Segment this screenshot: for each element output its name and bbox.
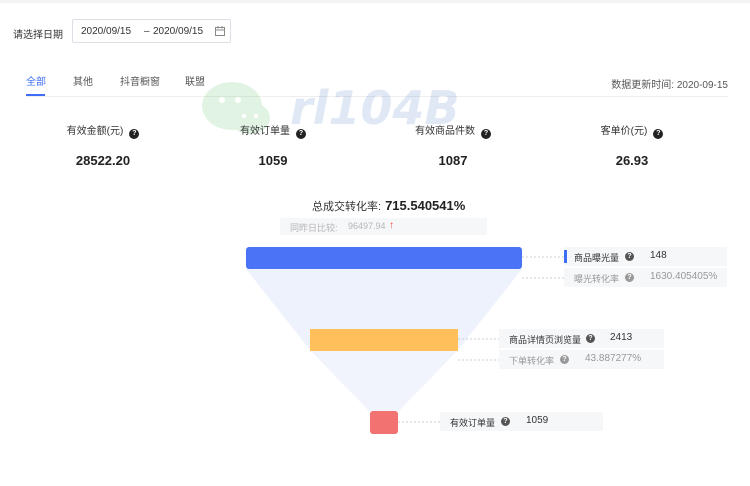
stage-value: 148 <box>650 250 667 261</box>
help-icon[interactable]: ? <box>560 355 569 364</box>
funnel-stage-exposure <box>246 247 522 269</box>
stage-label: 曝光转化率 <box>574 274 620 284</box>
help-icon[interactable]: ? <box>501 417 510 426</box>
stage-exposure-count: 商品曝光量 ? 148 <box>564 247 727 266</box>
stage-label: 商品详情页浏览量 <box>509 335 582 345</box>
stage-value: 43.887277% <box>585 353 642 364</box>
stage-exposure-rate: 曝光转化率 ? 1630.405405% <box>564 268 727 287</box>
help-icon[interactable]: ? <box>586 334 595 343</box>
stage-label: 商品曝光量 <box>574 253 620 263</box>
funnel-stage-detail-views <box>310 329 458 351</box>
stage-value: 2413 <box>610 332 633 343</box>
help-icon[interactable]: ? <box>625 273 634 282</box>
help-icon[interactable]: ? <box>625 252 634 261</box>
stage-value: 1059 <box>526 415 549 426</box>
stage-order-rate: 下单转化率 ? 43.887277% <box>499 350 664 369</box>
stage-indicator <box>564 250 567 263</box>
stage-label: 有效订单量 <box>450 418 496 428</box>
stage-valid-orders: 有效订单量 ? 1059 <box>440 412 603 431</box>
stage-detail-views: 商品详情页浏览量 ? 2413 <box>499 329 664 348</box>
funnel-body-lower <box>310 350 458 412</box>
conversion-funnel <box>246 247 565 434</box>
stage-value: 1630.405405% <box>650 271 718 282</box>
funnel-stage-orders <box>370 411 398 434</box>
stage-label: 下单转化率 <box>509 356 555 366</box>
